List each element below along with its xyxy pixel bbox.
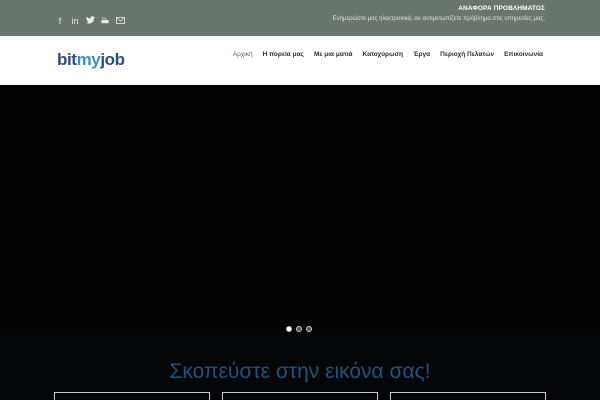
hero-slider [0, 85, 600, 335]
feature-card-1[interactable] [54, 392, 210, 400]
slider-dot-2[interactable] [296, 326, 302, 332]
menu-item-registration[interactable]: Κατοχύρωση [363, 51, 403, 58]
svg-text:You: You [101, 16, 107, 20]
facebook-icon[interactable]: f [55, 16, 65, 27]
logo-part-bit: bit [57, 50, 77, 69]
menu-item-projects[interactable]: Έργα [413, 51, 430, 58]
slider-dot-1[interactable] [286, 326, 292, 332]
slider-dot-3[interactable] [306, 326, 312, 332]
slider-pagination [286, 326, 312, 332]
social-links: f in You [55, 16, 127, 27]
menu-item-contact[interactable]: Επικοινωνία [504, 51, 543, 58]
feature-card-3[interactable] [390, 392, 546, 400]
site-logo[interactable]: bitmyjob [57, 50, 125, 70]
menu-item-history[interactable]: Η πορεία μας [263, 51, 304, 58]
menu-item-client-area[interactable]: Περιοχή Πελατών [440, 51, 494, 58]
logo-part-my: my [76, 50, 101, 69]
report-problem-text: Ενημερώστε μας ηλεκτρονικά, αν αντιμετωπ… [332, 16, 545, 22]
top-bar: f in You ΑΝΑΦΟΡΑ ΠΡΟΒΛΗΜΑΤΟΣ Ενημερώστε … [0, 0, 600, 36]
logo-part-job: job [100, 50, 125, 69]
menu-item-overview[interactable]: Με μια ματιά [314, 51, 353, 58]
report-problem-link[interactable]: ΑΝΑΦΟΡΑ ΠΡΟΒΛΗΜΑΤΟΣ [458, 5, 545, 12]
twitter-icon[interactable] [83, 16, 97, 27]
main-menu: Αρχική Η πορεία μας Με μια ματιά Κατοχύρ… [233, 51, 543, 58]
feature-card-2[interactable] [222, 392, 378, 400]
youtube-icon[interactable]: You [98, 16, 112, 27]
menu-item-home[interactable]: Αρχική [233, 51, 253, 58]
mail-icon[interactable] [113, 16, 127, 27]
linkedin-icon[interactable]: in [68, 16, 82, 27]
section-slogan: Σκοπεύστε στην εικόνα σας! [169, 360, 431, 383]
